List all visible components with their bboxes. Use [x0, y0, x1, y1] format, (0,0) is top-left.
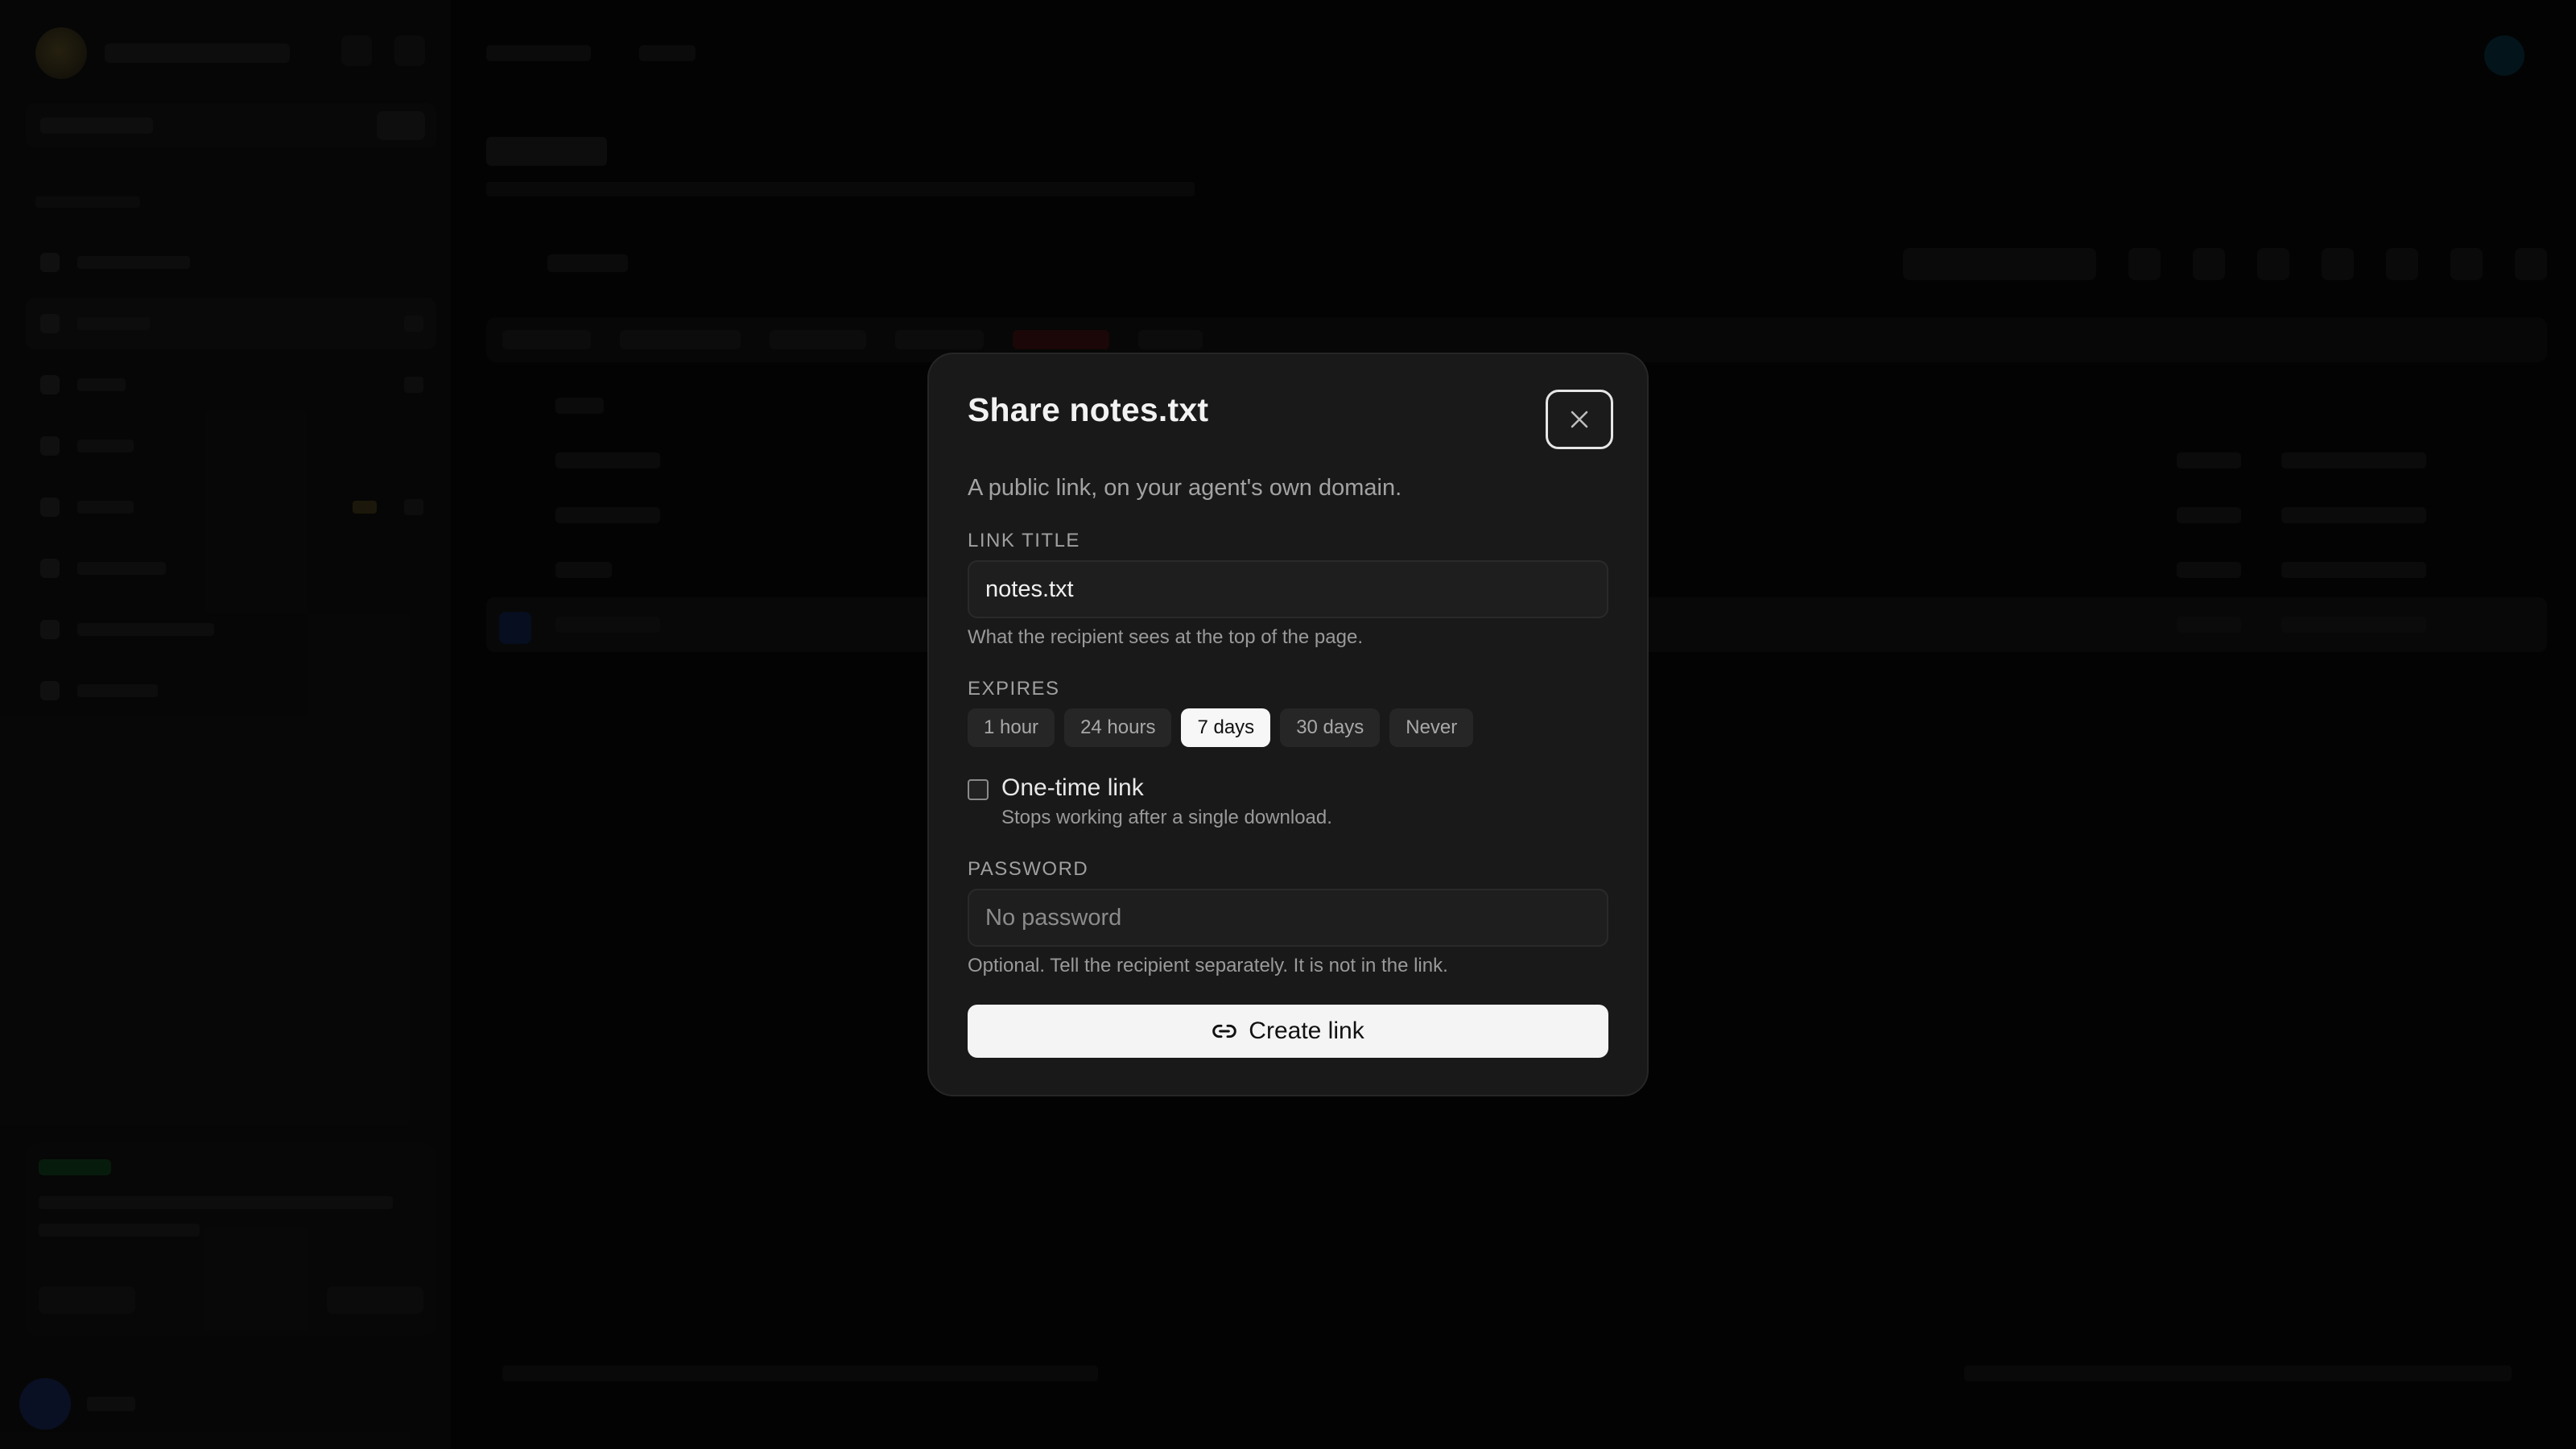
one-time-link-checkbox[interactable]	[968, 779, 989, 800]
share-modal: Share notes.txt A public link, on your a…	[927, 353, 1649, 1096]
expires-label: EXPIRES	[968, 678, 1060, 700]
password-hint: Optional. Tell the recipient separately.…	[968, 955, 1448, 976]
expires-option-1-hour[interactable]: 1 hour	[968, 708, 1055, 747]
link-title-input[interactable]	[968, 560, 1608, 618]
expires-option-never[interactable]: Never	[1389, 708, 1474, 747]
create-link-button[interactable]: Create link	[968, 1005, 1608, 1058]
create-link-label: Create link	[1249, 1018, 1364, 1044]
one-time-link-hint: Stops working after a single download.	[1001, 807, 1332, 828]
link-icon	[1212, 1024, 1237, 1038]
expires-options: 1 hour 24 hours 7 days 30 days Never	[968, 708, 1474, 747]
modal-description: A public link, on your agent's own domai…	[968, 475, 1402, 501]
close-icon	[1571, 411, 1588, 428]
expires-option-24-hours[interactable]: 24 hours	[1064, 708, 1172, 747]
password-label: PASSWORD	[968, 858, 1089, 880]
link-title-hint: What the recipient sees at the top of th…	[968, 626, 1363, 648]
link-title-label: LINK TITLE	[968, 530, 1080, 551]
one-time-link-label[interactable]: One-time link	[1001, 774, 1144, 802]
modal-title: Share notes.txt	[968, 391, 1209, 428]
close-button[interactable]	[1546, 390, 1613, 449]
password-input[interactable]	[968, 889, 1608, 947]
expires-option-7-days[interactable]: 7 days	[1181, 708, 1271, 747]
expires-option-30-days[interactable]: 30 days	[1280, 708, 1381, 747]
